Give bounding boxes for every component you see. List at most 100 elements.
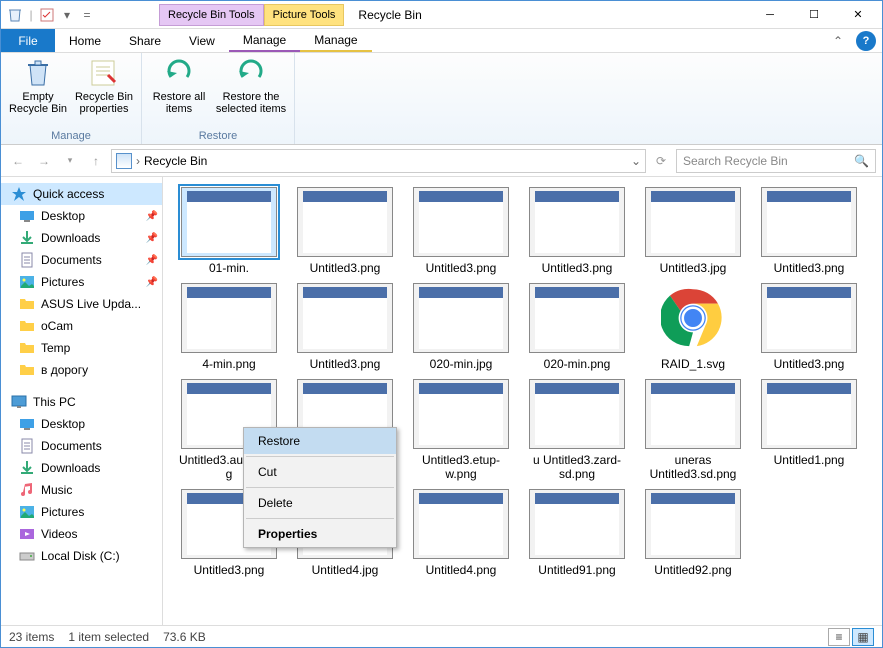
recycle-bin-properties-button[interactable]: Recycle Bin properties <box>73 55 135 130</box>
sidebar-item[interactable]: Music <box>1 479 162 501</box>
file-name: Untitled3.png <box>542 261 613 275</box>
file-item[interactable]: uneras Untitled3.sd.png <box>635 375 751 485</box>
file-item[interactable]: 020-min.jpg <box>403 279 519 375</box>
file-name: Untitled3.png <box>194 563 265 577</box>
contextual-tabs: Recycle Bin Tools Picture Tools <box>159 4 344 26</box>
quick-access-toolbar: | ▾ = <box>3 7 95 23</box>
ctx-delete[interactable]: Delete <box>244 490 396 516</box>
tree-item-icon <box>19 504 35 520</box>
maximize-button[interactable]: ☐ <box>792 1 836 29</box>
ctx-restore[interactable]: Restore <box>244 428 396 454</box>
file-list[interactable]: 01-min. Untitled3.png Untitled3.png Unti… <box>163 177 882 625</box>
file-item[interactable]: Untitled3.png <box>751 279 867 375</box>
up-button[interactable]: ↑ <box>85 150 107 172</box>
forward-button[interactable]: → <box>33 150 55 172</box>
file-item[interactable]: Untitled92.png <box>635 485 751 581</box>
qat-overflow-icon[interactable]: = <box>79 7 95 23</box>
file-item[interactable]: 01-min. <box>171 183 287 279</box>
sidebar-item[interactable]: Documents 📌 <box>1 249 162 271</box>
refresh-button[interactable]: ⟳ <box>650 150 672 172</box>
picture-tools-tab[interactable]: Picture Tools <box>264 4 345 26</box>
ribbon-collapse-icon[interactable]: ⌃ <box>826 29 850 52</box>
tree-item-icon <box>19 482 35 498</box>
file-name: Untitled3.png <box>310 357 381 371</box>
sidebar-item[interactable]: Desktop 📌 <box>1 205 162 227</box>
file-item[interactable]: Untitled3.png <box>519 183 635 279</box>
minimize-button[interactable]: ─ <box>748 1 792 29</box>
file-thumbnail <box>761 379 857 449</box>
tree-item-icon <box>19 274 35 290</box>
search-box[interactable]: Search Recycle Bin 🔍 <box>676 149 876 173</box>
file-item[interactable]: u Untitled3.zard-sd.png <box>519 375 635 485</box>
file-item[interactable]: Untitled4.png <box>403 485 519 581</box>
view-icons-button[interactable]: ▦ <box>852 628 874 646</box>
qat-dropdown-icon[interactable]: ▾ <box>59 7 75 23</box>
qat-properties-icon[interactable] <box>39 7 55 23</box>
file-item[interactable]: Untitled3.png <box>751 183 867 279</box>
sidebar-item[interactable]: Videos <box>1 523 162 545</box>
sidebar-item[interactable]: Documents <box>1 435 162 457</box>
back-button[interactable]: ← <box>7 150 29 172</box>
file-thumbnail <box>181 283 277 353</box>
sidebar-item[interactable]: Downloads <box>1 457 162 479</box>
tree-item-label: Desktop <box>41 417 85 431</box>
sidebar-item[interactable]: Temp <box>1 337 162 359</box>
tree-item-label: ASUS Live Upda... <box>41 297 141 311</box>
file-tab[interactable]: File <box>1 29 55 52</box>
ctx-cut[interactable]: Cut <box>244 459 396 485</box>
empty-recycle-bin-button[interactable]: Empty Recycle Bin <box>7 55 69 130</box>
star-icon <box>11 186 27 202</box>
ctx-properties[interactable]: Properties <box>244 521 396 547</box>
file-item[interactable]: 4-min.png <box>171 279 287 375</box>
breadcrumb[interactable]: Recycle Bin <box>144 154 207 168</box>
ribbon: Empty Recycle Bin Recycle Bin properties… <box>1 53 882 145</box>
file-name: uneras Untitled3.sd.png <box>641 453 745 481</box>
file-item[interactable]: Untitled3.png <box>287 183 403 279</box>
qat-separator: | <box>27 7 35 23</box>
tree-item-label: в дорогу <box>41 363 88 377</box>
tree-item-icon <box>19 296 35 312</box>
recycle-bin-tools-tab[interactable]: Recycle Bin Tools <box>159 4 264 26</box>
home-tab[interactable]: Home <box>55 29 115 52</box>
file-name: 4-min.png <box>202 357 255 371</box>
file-name: RAID_1.svg <box>661 357 725 371</box>
tree-item-icon <box>19 416 35 432</box>
sidebar-item[interactable]: Pictures <box>1 501 162 523</box>
manage-picture-tab[interactable]: Manage <box>300 29 371 52</box>
sidebar-item[interactable]: Downloads 📌 <box>1 227 162 249</box>
view-tab[interactable]: View <box>175 29 229 52</box>
help-icon[interactable]: ? <box>856 31 876 51</box>
address-bar[interactable]: › Recycle Bin ⌄ <box>111 149 646 173</box>
manage-recycle-tab[interactable]: Manage <box>229 29 300 52</box>
close-button[interactable]: ✕ <box>836 1 880 29</box>
tree-item-label: Temp <box>41 341 70 355</box>
file-item[interactable]: Untitled91.png <box>519 485 635 581</box>
tree-item-label: Pictures <box>41 275 84 289</box>
address-dropdown-icon[interactable]: ⌄ <box>631 154 641 168</box>
file-item[interactable]: Untitled1.png <box>751 375 867 485</box>
file-item[interactable]: 020-min.png <box>519 279 635 375</box>
sidebar-item[interactable]: ASUS Live Upda... <box>1 293 162 315</box>
tree-item-label: Desktop <box>41 209 85 223</box>
recycle-bin-icon[interactable] <box>7 7 23 23</box>
sidebar-item[interactable]: Desktop <box>1 413 162 435</box>
sidebar-item[interactable]: Pictures 📌 <box>1 271 162 293</box>
view-details-button[interactable]: ≡ <box>828 628 850 646</box>
file-item[interactable]: Untitled3.etup-w.png <box>403 375 519 485</box>
search-icon[interactable]: 🔍 <box>854 154 869 168</box>
recent-dropdown-icon[interactable]: ▾ <box>59 150 81 172</box>
file-item[interactable]: Untitled3.jpg <box>635 183 751 279</box>
file-item[interactable]: RAID_1.svg <box>635 279 751 375</box>
file-item[interactable]: Untitled3.png <box>287 279 403 375</box>
sidebar-quick-access[interactable]: Quick access <box>1 183 162 205</box>
share-tab[interactable]: Share <box>115 29 175 52</box>
sidebar-item[interactable]: в дорогу <box>1 359 162 381</box>
tree-item-icon <box>19 318 35 334</box>
restore-selected-button[interactable]: Restore the selected items <box>214 55 288 130</box>
sidebar-item[interactable]: Local Disk (C:) <box>1 545 162 567</box>
file-item[interactable]: Untitled3.png <box>403 183 519 279</box>
sidebar-this-pc[interactable]: This PC <box>1 391 162 413</box>
restore-all-button[interactable]: Restore all items <box>148 55 210 130</box>
tree-item-label: Downloads <box>41 461 100 475</box>
sidebar-item[interactable]: oCam <box>1 315 162 337</box>
